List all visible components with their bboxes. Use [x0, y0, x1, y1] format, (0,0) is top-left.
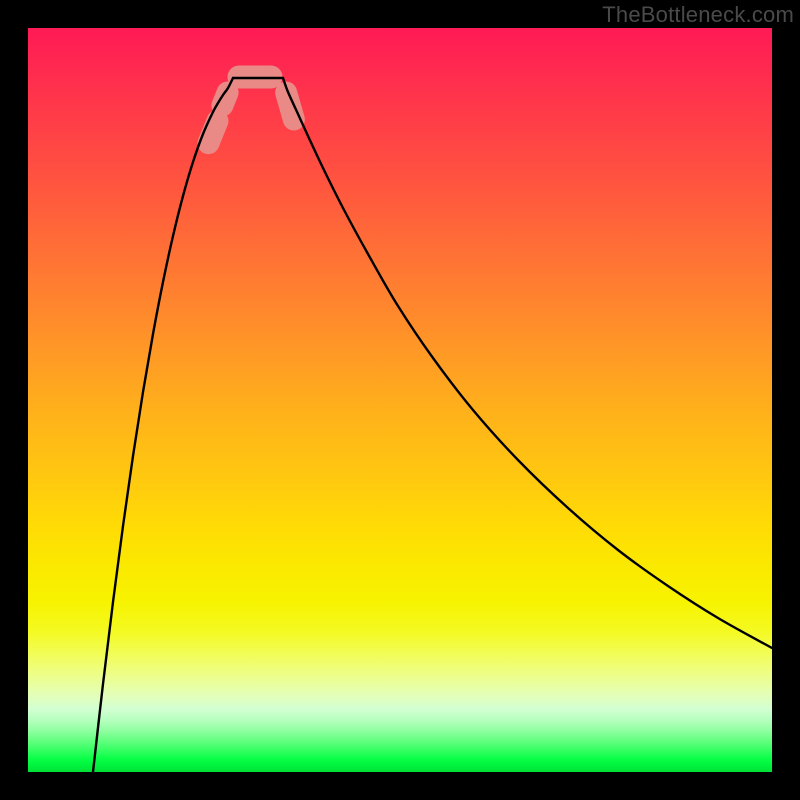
chart-frame: TheBottleneck.com	[0, 0, 800, 800]
series-right-curve	[283, 78, 772, 648]
series-left-curve	[93, 78, 233, 772]
curve-layer	[28, 28, 772, 772]
plot-area	[28, 28, 772, 772]
watermark-text: TheBottleneck.com	[602, 2, 794, 28]
